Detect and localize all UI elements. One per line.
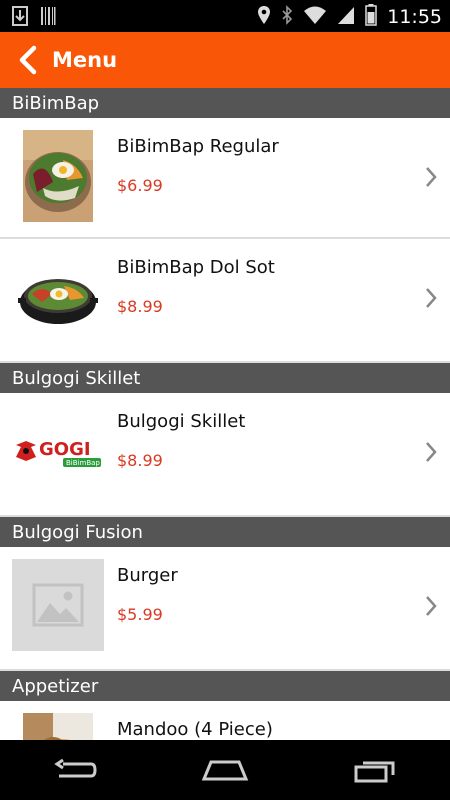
item-photo — [12, 713, 104, 740]
item-price: $5.99 — [117, 605, 163, 624]
gogi-logo: GOGI BiBimBap — [12, 405, 104, 497]
menu-item-bibimbap-regular[interactable]: BiBimBap Regular $6.99 — [0, 118, 450, 239]
download-icon — [12, 6, 28, 30]
menu-list[interactable]: BiBimBap BiBimBap Regular $6.99 BiBimBap… — [0, 88, 450, 740]
chevron-right-icon — [426, 167, 437, 187]
item-name: BiBimBap Regular — [117, 136, 279, 157]
clock: 11:55 — [387, 6, 442, 28]
gogi-logo-text: GOGI — [39, 439, 91, 460]
location-icon — [257, 5, 271, 29]
back-icon — [54, 758, 97, 778]
chevron-left-icon — [19, 45, 37, 75]
section-header-appetizer: Appetizer — [0, 671, 450, 701]
battery-icon — [365, 4, 377, 30]
item-photo — [12, 251, 104, 343]
item-photo — [12, 130, 104, 222]
back-button[interactable] — [6, 32, 50, 88]
page-title: Menu — [52, 48, 118, 72]
barcode-icon — [40, 6, 56, 30]
recent-apps-icon — [354, 761, 395, 783]
gogi-logo-subtext: BiBimBap — [66, 459, 100, 467]
menu-item-bibimbap-dol-sot[interactable]: BiBimBap Dol Sot $8.99 — [0, 239, 450, 363]
chevron-right-icon — [426, 288, 437, 308]
item-price: $6.99 — [117, 176, 163, 195]
menu-item-bulgogi-skillet[interactable]: GOGI BiBimBap Bulgogi Skillet $8.99 — [0, 393, 450, 517]
app-bar: Menu — [0, 32, 450, 88]
signal-icon — [337, 5, 355, 29]
item-name: Bulgogi Skillet — [117, 411, 246, 432]
item-name: BiBimBap Dol Sot — [117, 257, 275, 278]
item-price: $8.99 — [117, 297, 163, 316]
section-header-bibimbap: BiBimBap — [0, 88, 450, 118]
bluetooth-icon — [281, 5, 293, 29]
nav-back-button[interactable] — [40, 750, 110, 790]
wifi-icon — [303, 5, 327, 29]
item-name: Burger — [117, 565, 178, 586]
menu-item-mandoo[interactable]: Mandoo (4 Piece) — [0, 701, 450, 740]
nav-recent-apps-button[interactable] — [340, 750, 410, 790]
chevron-right-icon — [426, 442, 437, 462]
home-icon — [201, 760, 249, 781]
chevron-right-icon — [426, 596, 437, 616]
menu-item-burger[interactable]: Burger $5.99 — [0, 547, 450, 671]
section-header-bulgogi-skillet: Bulgogi Skillet — [0, 363, 450, 393]
image-placeholder-icon — [12, 559, 104, 651]
system-nav-bar — [0, 740, 450, 800]
nav-home-button[interactable] — [190, 750, 260, 790]
status-bar: 11:55 — [0, 0, 450, 32]
section-header-bulgogi-fusion: Bulgogi Fusion — [0, 517, 450, 547]
item-name: Mandoo (4 Piece) — [117, 719, 273, 740]
item-price: $8.99 — [117, 451, 163, 470]
